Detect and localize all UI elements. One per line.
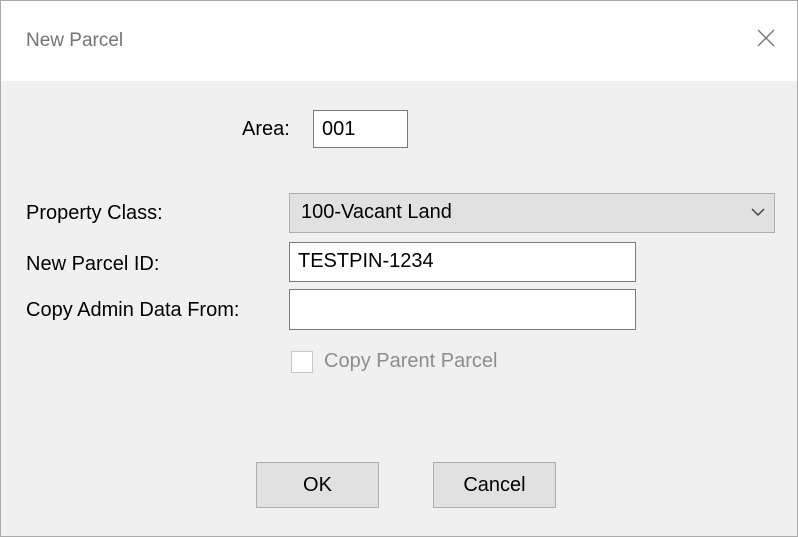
new-parcel-id-input[interactable]: TESTPIN-1234 (289, 242, 636, 282)
new-parcel-dialog: New Parcel Area: 001 Property Class: 100… (0, 0, 798, 537)
area-label: Area: (242, 118, 290, 140)
close-icon (757, 29, 775, 47)
new-parcel-id-label: New Parcel ID: (26, 253, 160, 275)
close-button[interactable] (733, 1, 797, 81)
area-input[interactable]: 001 (313, 110, 408, 148)
copy-admin-data-label: Copy Admin Data From: (26, 299, 240, 321)
copy-parent-parcel-label: Copy Parent Parcel (324, 350, 498, 372)
copy-parent-parcel-checkbox[interactable] (291, 351, 313, 373)
title-bar: New Parcel (1, 1, 797, 81)
ok-button[interactable]: OK (256, 462, 379, 508)
copy-admin-data-input[interactable] (289, 289, 636, 330)
property-class-label: Property Class: (26, 202, 163, 224)
property-class-select[interactable]: 100-Vacant Land (289, 193, 775, 233)
chevron-down-icon (751, 208, 765, 216)
cancel-button[interactable]: Cancel (433, 462, 556, 508)
dialog-title: New Parcel (26, 30, 124, 51)
property-class-value: 100-Vacant Land (301, 201, 452, 223)
